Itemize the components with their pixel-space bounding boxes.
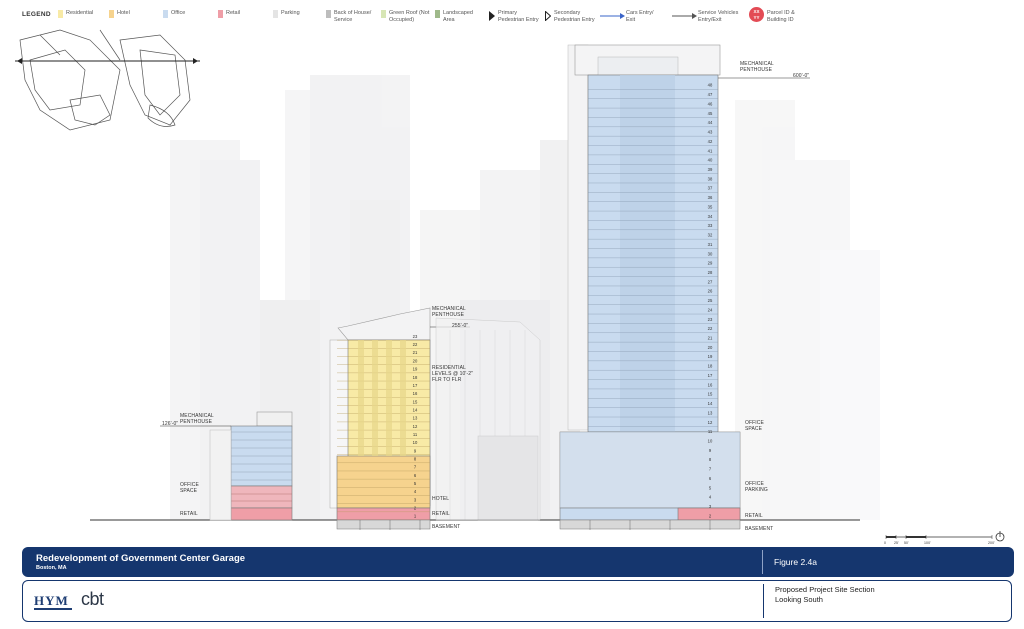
mid-floor-label: 18: [413, 375, 418, 380]
mid-floor-label: 21: [413, 350, 418, 355]
tower-floor-label: 15: [708, 392, 713, 397]
figure-number: Figure 2.4a: [774, 557, 817, 567]
mid-basement-label: BASEMENT: [432, 524, 461, 530]
tower-retail-label: RETAIL: [745, 513, 763, 519]
left-penthouse-label: MECHANICAL PENTHOUSE: [180, 413, 214, 425]
logo-divider: [763, 584, 764, 618]
tower-floor-label: 18: [708, 364, 713, 369]
tower-floor-label: 28: [708, 270, 713, 275]
mid-height-label: 255'-0": [452, 323, 469, 329]
tower-floor-label: 44: [708, 120, 713, 125]
tower-floor-label: 17: [708, 373, 713, 378]
title-bar: Redevelopment of Government Center Garag…: [22, 547, 1014, 577]
mid-floor-label: 19: [413, 367, 418, 372]
tower-floor-label: 19: [708, 354, 713, 359]
mid-background-building: [435, 317, 541, 521]
tower-floor-label: 33: [708, 223, 713, 228]
tower-floor-label: 23: [708, 317, 713, 322]
mid-floor-label: 11: [413, 432, 418, 437]
tower-floor-label: 27: [708, 279, 713, 284]
tower-floor-label: 30: [708, 251, 713, 256]
cbt-logo: cbt: [81, 589, 104, 609]
tower-floor-label: 11: [708, 429, 713, 434]
tower-floor-label: 20: [708, 345, 713, 350]
tower-floor-label: 47: [708, 92, 713, 97]
scale-label-0: 0: [884, 541, 887, 545]
left-height-label: 126'-0": [162, 421, 179, 427]
tower-floor-label: 16: [708, 382, 713, 387]
left-office-label: OFFICE SPACE: [180, 482, 199, 494]
mid-floor-label: 16: [413, 391, 418, 396]
tower-floor-label: 25: [708, 298, 713, 303]
tower-floor-label: 40: [708, 158, 713, 163]
site-section-drawing: 2322212019181716151413121110987654321 48…: [15, 29, 880, 530]
tower-floor-label: 10: [708, 438, 713, 443]
mid-floor-label: 17: [413, 383, 418, 388]
tower-penthouse-label: MECHANICAL PENTHOUSE: [740, 61, 774, 73]
tower-floor-label: 12: [708, 420, 713, 425]
tower-office-space-label: OFFICE SPACE: [745, 420, 764, 432]
project-title: Redevelopment of Government Center Garag…: [36, 553, 246, 564]
mid-floor-label: 20: [413, 358, 418, 363]
scale-label-25: 25': [894, 541, 899, 545]
mid-floor-label: 23: [413, 334, 418, 339]
tower-floor-label: 43: [708, 130, 713, 135]
tower-floor-label: 48: [708, 83, 713, 88]
tower-floor-label: 36: [708, 195, 713, 200]
mid-retail-label: RETAIL: [432, 511, 450, 517]
mid-floor-label: 22: [413, 342, 418, 347]
tower-floor-label: 45: [708, 111, 713, 116]
section-cut-marker-right-icon: [193, 58, 198, 64]
mid-floor-label: 12: [413, 424, 418, 429]
tower-floor-label: 21: [708, 336, 713, 341]
project-location: Boston, MA: [36, 565, 67, 571]
tower-floor-label: 24: [708, 307, 713, 312]
site-plan-inset: [15, 29, 200, 131]
mid-penthouse-label: MECHANICAL PENTHOUSE: [432, 306, 466, 318]
section-cut-marker-left-icon: [17, 58, 22, 64]
tower-floor-label: 34: [708, 214, 713, 219]
left-retail-label: RETAIL: [180, 511, 198, 517]
mid-floor-label: 10: [413, 440, 418, 445]
tower-floor-label: 26: [708, 289, 713, 294]
tower-floor-label: 31: [708, 242, 713, 247]
scale-label-200: 200': [988, 541, 995, 545]
tower-floor-label: 42: [708, 139, 713, 144]
tower-basement-label: BASEMENT: [745, 526, 774, 532]
tower-floor-label: 13: [708, 410, 713, 415]
mid-floor-label: 15: [413, 399, 418, 404]
tower-floor-label: 41: [708, 148, 713, 153]
logo-box: HYM cbt Proposed Project Site Section Lo…: [22, 580, 1012, 622]
tower-floor-label: 32: [708, 233, 713, 238]
mid-hotel-label: HOTEL: [432, 496, 450, 502]
tower-floor-label: 38: [708, 176, 713, 181]
tower-floor-label: 39: [708, 167, 713, 172]
title-divider: [762, 550, 763, 574]
tower-floor-label: 29: [708, 261, 713, 266]
hym-logo-underline: [34, 608, 72, 610]
tower-floor-label: 35: [708, 204, 713, 209]
hym-logo: HYM: [34, 593, 69, 608]
tower-floor-label: 22: [708, 326, 713, 331]
mid-floor-label: 13: [413, 416, 418, 421]
figure-description: Proposed Project Site Section Looking So…: [775, 585, 875, 604]
tower-floor-label: 37: [708, 186, 713, 191]
scale-label-50: 50': [904, 541, 909, 545]
mid-residential-label: RESIDENTIAL LEVELS @ 10'-2" FLR TO FLR: [432, 365, 473, 383]
office-tower: [559, 44, 741, 530]
tower-floor-label: 46: [708, 101, 713, 106]
scale-label-100: 100': [924, 541, 931, 545]
mid-floor-label: 14: [413, 407, 418, 412]
tower-office-parking-label: OFFICE PARKING: [745, 481, 768, 493]
tower-height-label: 600'-0": [793, 73, 810, 79]
tower-floor-label: 14: [708, 401, 713, 406]
